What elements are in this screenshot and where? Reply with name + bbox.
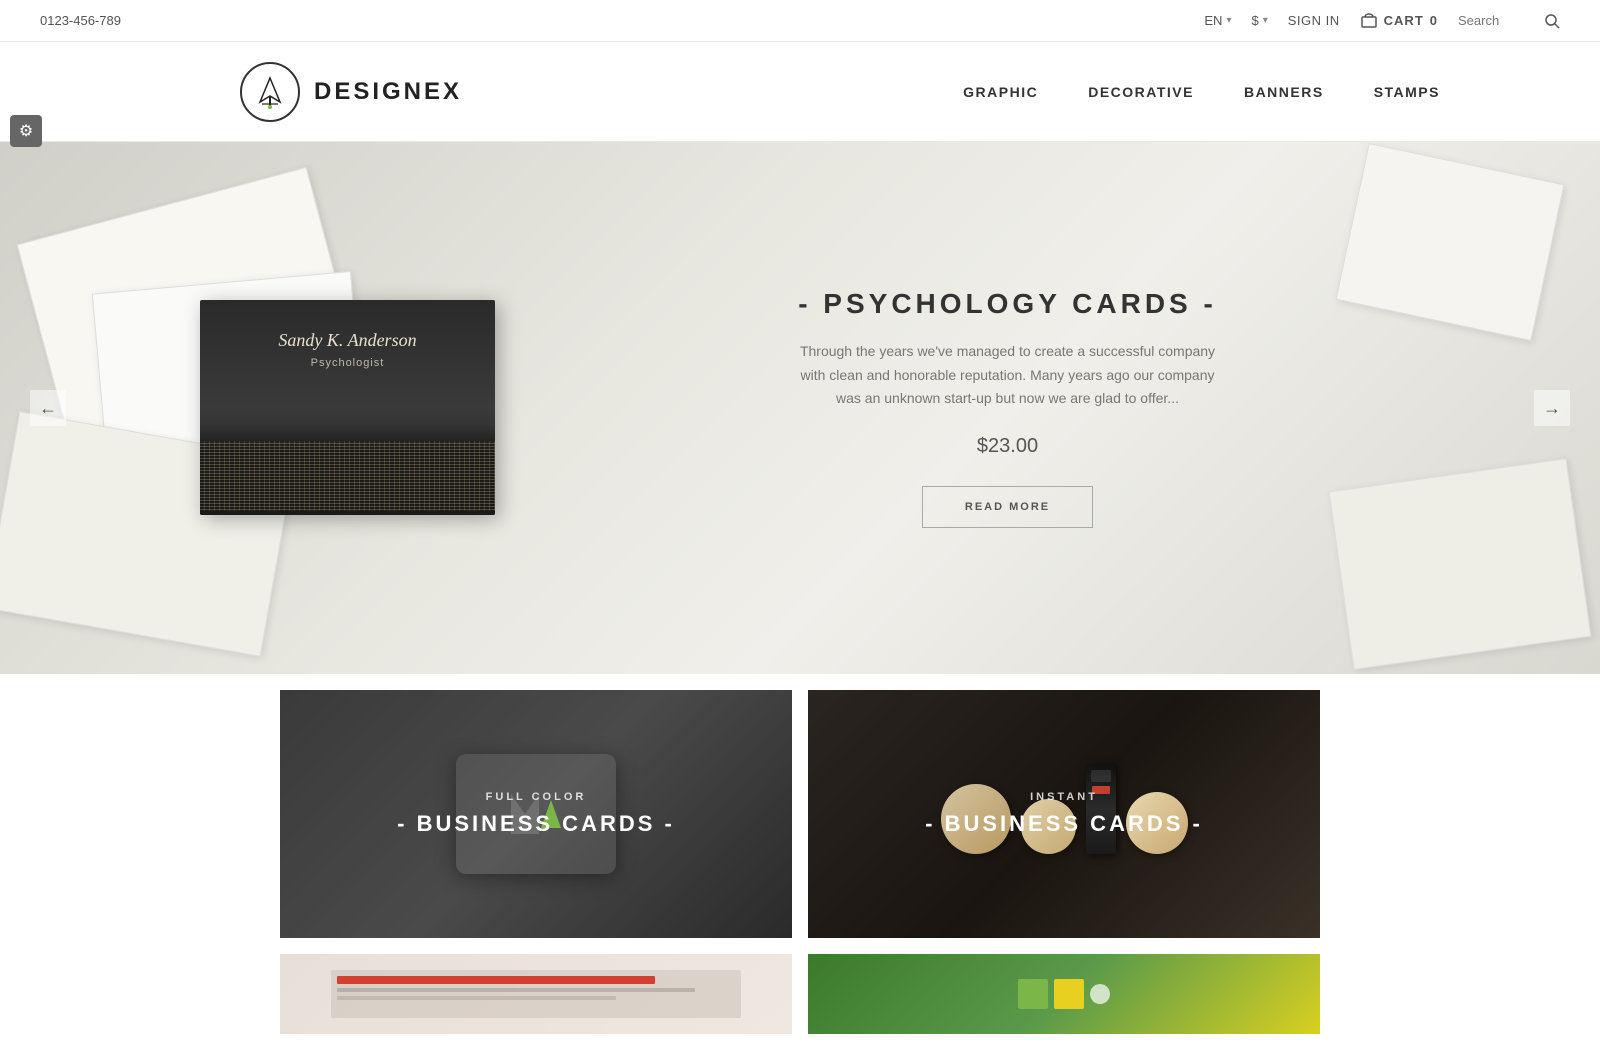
hero-title: - PSYCHOLOGY CARDS - bbox=[615, 288, 1400, 320]
logo-text: DESIGNEX bbox=[314, 78, 462, 106]
currency-selector[interactable]: $ ▾ bbox=[1251, 13, 1267, 28]
arrow-left-icon: ← bbox=[39, 398, 57, 419]
top-bar-right: EN ▾ $ ▾ SIGN IN CART 0 bbox=[1204, 13, 1560, 29]
cart-icon bbox=[1360, 13, 1378, 29]
currency-chevron-icon: ▾ bbox=[1263, 15, 1268, 26]
language-selector[interactable]: EN ▾ bbox=[1204, 13, 1231, 28]
search-icon bbox=[1544, 13, 1560, 29]
product-card-overlay-1: FULL COLOR - BUSINESS CARDS - bbox=[280, 690, 792, 938]
hero-content: Sandy K. Anderson Psychologist - PSYCHOL… bbox=[0, 288, 1600, 528]
header: DESIGNEX GRAPHIC DECORATIVE BANNERS STAM… bbox=[0, 42, 1600, 142]
hero-text: - PSYCHOLOGY CARDS - Through the years w… bbox=[615, 288, 1400, 528]
logo-area[interactable]: DESIGNEX bbox=[240, 62, 462, 122]
hero-product-image: Sandy K. Anderson Psychologist bbox=[200, 300, 495, 515]
bottom-card-bg-1 bbox=[280, 954, 792, 1034]
card-name: Sandy K. Anderson bbox=[278, 330, 416, 351]
hero-description: Through the years we've managed to creat… bbox=[788, 340, 1228, 411]
prev-slide-button[interactable]: ← bbox=[30, 390, 66, 426]
logo-icon bbox=[240, 62, 300, 122]
main-nav: GRAPHIC DECORATIVE BANNERS STAMPS bbox=[963, 84, 1440, 100]
search-input[interactable] bbox=[1458, 13, 1538, 28]
lang-label: EN bbox=[1204, 13, 1222, 28]
nav-stamps[interactable]: STAMPS bbox=[1374, 84, 1440, 100]
card-title: Psychologist bbox=[311, 357, 385, 369]
search-button[interactable] bbox=[1544, 13, 1560, 29]
top-bar-left: 0123-456-789 bbox=[40, 13, 121, 28]
product-card-instant[interactable]: INSTANT - BUSINESS CARDS - bbox=[808, 690, 1320, 938]
hero-price: $23.00 bbox=[615, 435, 1400, 458]
settings-widget[interactable]: ⚙ bbox=[10, 115, 42, 147]
hero-slider: ← Sandy K. Anderson Psychologist - PSYCH… bbox=[0, 142, 1600, 674]
nav-decorative[interactable]: DECORATIVE bbox=[1088, 84, 1194, 100]
nav-graphic[interactable]: GRAPHIC bbox=[963, 84, 1038, 100]
currency-label: $ bbox=[1251, 13, 1258, 28]
product-sub-2: INSTANT bbox=[1030, 791, 1098, 803]
gear-icon: ⚙ bbox=[19, 121, 33, 141]
arrow-right-icon: → bbox=[1543, 398, 1561, 419]
lang-chevron-icon: ▾ bbox=[1226, 15, 1231, 26]
product-sub-1: FULL COLOR bbox=[486, 791, 587, 803]
bottom-card-bg-2 bbox=[808, 954, 1320, 1034]
bottom-product-card-1[interactable] bbox=[280, 954, 792, 1034]
product-title-1: - BUSINESS CARDS - bbox=[397, 811, 675, 837]
product-title-2: - BUSINESS CARDS - bbox=[925, 811, 1203, 837]
bottom-product-card-2[interactable] bbox=[808, 954, 1320, 1034]
top-bar: 0123-456-789 EN ▾ $ ▾ SIGN IN CART 0 bbox=[0, 0, 1600, 42]
cart-count: 0 bbox=[1430, 13, 1438, 28]
next-slide-button[interactable]: → bbox=[1534, 390, 1570, 426]
product-card-fullcolor[interactable]: FULL COLOR - BUSINESS CARDS - bbox=[280, 690, 792, 938]
sign-in-button[interactable]: SIGN IN bbox=[1288, 13, 1340, 28]
read-more-button[interactable]: READ MORE bbox=[922, 486, 1093, 528]
search-area[interactable] bbox=[1458, 13, 1560, 29]
card-ornament bbox=[200, 425, 495, 515]
cart-area[interactable]: CART 0 bbox=[1360, 13, 1438, 29]
phone-number: 0123-456-789 bbox=[40, 13, 121, 28]
cart-label: CART bbox=[1384, 13, 1424, 28]
nav-banners[interactable]: BANNERS bbox=[1244, 84, 1324, 100]
product-card-overlay-2: INSTANT - BUSINESS CARDS - bbox=[808, 690, 1320, 938]
